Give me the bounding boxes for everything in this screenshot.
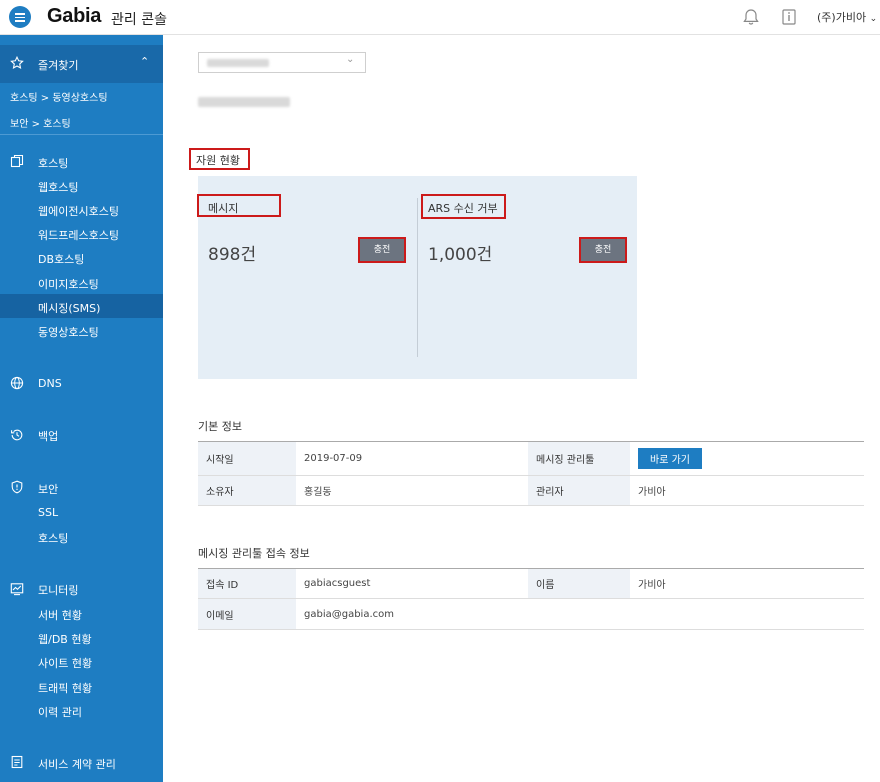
sidebar-item-wordpress-hosting[interactable]: 워드프레스호스팅 — [38, 227, 119, 243]
sidebar-divider — [0, 134, 163, 135]
owner-label: 소유자 — [198, 476, 296, 505]
sidebar: 즐겨찾기 ⌃ 호스팅 > 동영상호스팅 보안 > 호스팅 호스팅 웹호스팅 웹에… — [0, 35, 163, 782]
chevron-down-icon: ⌄ — [869, 14, 878, 24]
basic-info-title: 기본 정보 — [198, 420, 242, 433]
sidebar-group-monitoring[interactable]: 모니터링 — [38, 582, 78, 598]
access-id-value: gabiacsguest — [304, 578, 371, 589]
sidebar-group-contract[interactable]: 서비스 계약 관리 — [38, 756, 116, 772]
backup-clock-icon — [11, 429, 23, 441]
blurred-service-name — [198, 97, 290, 107]
owner-value: 홍길동 — [304, 487, 332, 498]
sidebar-item-db-hosting[interactable]: DB호스팅 — [38, 251, 84, 267]
email-value: gabia@gabia.com — [304, 608, 394, 620]
sidebar-item-video-hosting[interactable]: 동영상호스팅 — [38, 324, 99, 340]
monitor-chart-icon — [10, 583, 24, 596]
favorites-label: 즐겨찾기 — [38, 59, 79, 72]
table-row: 시작일 2019-07-09 메시징 관리툴 바로 가기 — [198, 442, 864, 476]
basic-info-table: 시작일 2019-07-09 메시징 관리툴 바로 가기 소유자 홍길동 관리자… — [198, 441, 864, 506]
table-row: 소유자 홍길동 관리자 가비아 — [198, 476, 864, 506]
hamburger-menu-icon[interactable] — [9, 6, 31, 28]
sidebar-group-hosting[interactable]: 호스팅 — [38, 155, 68, 171]
company-name: (주)가비아 — [817, 11, 867, 24]
hosting-icon — [10, 154, 24, 168]
company-dropdown[interactable]: (주)가비아 ⌄ — [817, 9, 877, 25]
top-header: Gabia 관리 콘솔 (주)가비아 ⌄ — [0, 0, 880, 35]
contract-document-icon — [11, 755, 23, 769]
start-date-value: 2019-07-09 — [304, 453, 363, 464]
manager-value: 가비아 — [638, 487, 666, 498]
start-date-label: 시작일 — [198, 442, 296, 475]
blurred-selection — [207, 59, 269, 67]
ars-count: 1,000건 — [428, 245, 493, 265]
name-label: 이름 — [528, 569, 630, 598]
sidebar-item-server-status[interactable]: 서버 현황 — [38, 607, 82, 623]
highlight-box-ars-charge — [579, 237, 627, 263]
highlight-box-resources-title — [189, 148, 250, 170]
favorite-link-security-hosting[interactable]: 보안 > 호스팅 — [10, 115, 71, 130]
highlight-box-message-label — [197, 194, 281, 217]
message-count: 898건 — [208, 245, 257, 265]
messaging-tool-label: 메시징 관리툴 — [528, 442, 630, 475]
table-row: 이메일 gabia@gabia.com — [198, 599, 864, 630]
sidebar-item-image-hosting[interactable]: 이미지호스팅 — [38, 276, 99, 292]
access-info-title: 메시징 관리툴 접속 정보 — [198, 547, 310, 560]
bell-icon[interactable] — [742, 8, 760, 26]
resources-divider — [417, 198, 418, 357]
access-id-label: 접속 ID — [198, 569, 296, 598]
email-label: 이메일 — [198, 599, 296, 629]
table-row: 접속 ID gabiacsguest 이름 가비아 — [198, 569, 864, 599]
service-select[interactable] — [198, 52, 366, 73]
favorites-header[interactable]: 즐겨찾기 ⌃ — [0, 45, 163, 83]
messaging-tool-cell: 바로 가기 — [630, 442, 864, 475]
access-info-table: 접속 ID gabiacsguest 이름 가비아 이메일 gabia@gabi… — [198, 568, 864, 630]
chevron-up-icon: ⌃ — [140, 55, 150, 68]
favorite-link-video-hosting[interactable]: 호스팅 > 동영상호스팅 — [10, 89, 108, 104]
sidebar-item-ssl[interactable]: SSL — [38, 506, 58, 519]
sidebar-item-security-hosting[interactable]: 호스팅 — [38, 530, 68, 546]
name-value: 가비아 — [638, 580, 666, 591]
sidebar-group-dns[interactable]: DNS — [38, 377, 62, 390]
shield-icon — [11, 480, 23, 494]
sidebar-item-traffic-status[interactable]: 트래픽 현황 — [38, 680, 92, 696]
info-book-icon[interactable] — [780, 8, 798, 26]
sidebar-group-security[interactable]: 보안 — [38, 481, 58, 497]
sidebar-item-messaging-sms[interactable]: 메시징(SMS) — [38, 300, 100, 316]
star-icon — [10, 56, 24, 69]
sidebar-item-site-status[interactable]: 사이트 현황 — [38, 655, 92, 671]
go-to-tool-button[interactable]: 바로 가기 — [638, 448, 702, 469]
highlight-box-message-charge — [358, 237, 406, 263]
chevron-down-icon: ⌄ — [346, 54, 355, 65]
brand-subtitle: 관리 콘솔 — [111, 12, 167, 28]
sidebar-item-web-hosting[interactable]: 웹호스팅 — [38, 179, 78, 195]
sidebar-item-history[interactable]: 이력 관리 — [38, 704, 82, 720]
highlight-box-ars-label — [421, 194, 506, 219]
globe-icon — [10, 376, 24, 390]
manager-label: 관리자 — [528, 476, 630, 505]
sidebar-group-backup[interactable]: 백업 — [38, 428, 58, 444]
sidebar-item-web-db-status[interactable]: 웹/DB 현황 — [38, 631, 92, 647]
sidebar-item-agency-hosting[interactable]: 웹에이전시호스팅 — [38, 203, 119, 219]
brand-logo[interactable]: Gabia — [47, 5, 101, 28]
